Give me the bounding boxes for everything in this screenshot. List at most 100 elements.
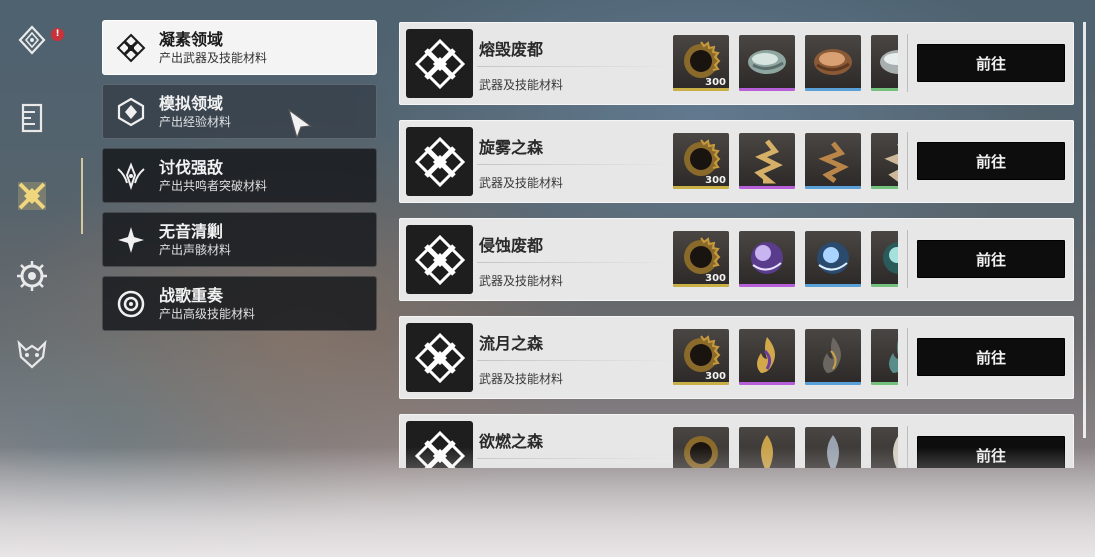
dark-flame-icon[interactable] [805,329,861,385]
divider [907,328,908,386]
rarity-bar [805,284,861,287]
shell-credit-icon[interactable]: 300 [673,133,729,189]
domain-subtitle: 武器及技能材料 [479,372,564,386]
domain-title: 侵蚀废都 [479,236,544,255]
category-subtitle: 产出声骸材料 [159,242,232,257]
side-navigation-rail: ! [0,0,70,400]
ring-eye-icon [103,276,159,331]
category-subtitle: 产出经验材料 [159,114,232,129]
ornament-icon [103,20,159,75]
reward-list: 300 [673,35,898,91]
rarity-bar [871,186,898,189]
shell-credit-icon[interactable] [673,427,729,468]
category-title: 讨伐强敌 [159,157,224,177]
reward-qty: 300 [705,273,726,284]
go-button[interactable]: 前往 [917,436,1065,468]
rarity-bar [871,284,898,287]
divider [477,458,677,459]
spiral-bronze-icon[interactable] [805,133,861,189]
category-title: 凝素领域 [159,29,224,49]
reward-list [673,427,898,468]
rail-selection-indicator [81,158,83,234]
rarity-bar [805,186,861,189]
teal-flame-icon[interactable] [871,329,898,385]
reward-qty: 300 [705,175,726,186]
domain-card: 流月之森 武器及技能材料 300 前往 [399,316,1074,399]
hexagon-icon [103,84,159,139]
sparkle-icon [103,212,159,267]
shell-credit-icon[interactable]: 300 [673,329,729,385]
violet-orb-icon[interactable] [739,231,795,287]
category-item-echo[interactable]: 无音清剿 产出声骸材料 [102,212,377,267]
silver-shard-icon[interactable] [871,35,898,91]
codex-book-icon[interactable] [14,100,50,136]
category-item-simulation[interactable]: 模拟领域 产出经验材料 [102,84,377,139]
rarity-bar [673,284,729,287]
rarity-bar [673,382,729,385]
notification-badge: ! [51,28,64,41]
rarity-bar [673,88,729,91]
shell-credit-icon[interactable]: 300 [673,231,729,287]
divider [477,262,677,263]
domain-card: 旋雾之森 武器及技能材料 300 前往 [399,120,1074,203]
beast-head-icon[interactable] [14,336,50,372]
settings-wheel-icon[interactable] [14,258,50,294]
go-button[interactable]: 前往 [917,240,1065,278]
domain-title: 熔毁废都 [479,40,544,59]
divider [477,66,677,67]
rarity-bar [739,382,795,385]
violet-flame-icon[interactable] [739,329,795,385]
steel-leaf-icon[interactable] [805,427,861,468]
rarity-bar [871,88,898,91]
reward-list: 300 [673,231,898,287]
go-button[interactable]: 前往 [917,44,1065,82]
rarity-bar [871,382,898,385]
category-item-weekly[interactable]: 战歌重奏 产出高级技能材料 [102,276,377,331]
reward-list: 300 [673,329,898,385]
blue-orb-icon[interactable] [805,231,861,287]
rarity-bar [673,186,729,189]
category-title: 无音清剿 [159,221,224,241]
divider [907,230,908,288]
reward-qty: 300 [705,371,726,382]
wing-emblem-icon [103,148,159,203]
divider [907,132,908,190]
category-title: 模拟领域 [159,93,224,113]
crossed-swords-icon[interactable] [14,178,50,214]
reward-list: 300 [673,133,898,189]
domain-emblem-icon [406,29,473,98]
pale-leaf-icon[interactable] [871,427,898,468]
spiral-gold-icon[interactable] [739,133,795,189]
domain-card: 侵蚀废都 武器及技能材料 300 前往 [399,218,1074,301]
shell-credit-icon[interactable]: 300 [673,35,729,91]
domain-card: 欲燃之森 前往 [399,414,1074,468]
domain-subtitle: 武器及技能材料 [479,176,564,190]
go-button[interactable]: 前往 [917,142,1065,180]
mouse-cursor-icon [287,108,315,142]
go-button[interactable]: 前往 [917,338,1065,376]
rarity-bar [805,88,861,91]
domain-emblem-icon [406,323,473,392]
category-item-boss[interactable]: 讨伐强敌 产出共鸣者突破材料 [102,148,377,203]
metal-shard-icon[interactable] [739,35,795,91]
main-diamond-icon[interactable] [14,22,50,58]
rarity-bar [739,88,795,91]
spiral-pale-icon[interactable] [871,133,898,189]
domain-title: 欲燃之森 [479,432,544,451]
bronze-shard-icon[interactable] [805,35,861,91]
category-subtitle: 产出高级技能材料 [159,306,256,321]
domain-subtitle: 武器及技能材料 [479,274,564,288]
domain-card: 熔毁废都 武器及技能材料 300 前往 [399,22,1074,105]
domain-emblem-icon [406,421,473,468]
category-item-forgery[interactable]: 凝素领域 产出武器及技能材料 [102,20,377,75]
domain-subtitle: 武器及技能材料 [479,78,564,92]
list-scrollbar[interactable] [1083,22,1086,438]
gold-leaf-icon[interactable] [739,427,795,468]
divider [907,426,908,468]
category-subtitle: 产出武器及技能材料 [159,50,268,65]
domain-emblem-icon [406,127,473,196]
teal-orb-icon[interactable] [871,231,898,287]
domain-title: 旋雾之森 [479,138,544,157]
category-subtitle: 产出共鸣者突破材料 [159,178,268,193]
domain-title: 流月之森 [479,334,544,353]
